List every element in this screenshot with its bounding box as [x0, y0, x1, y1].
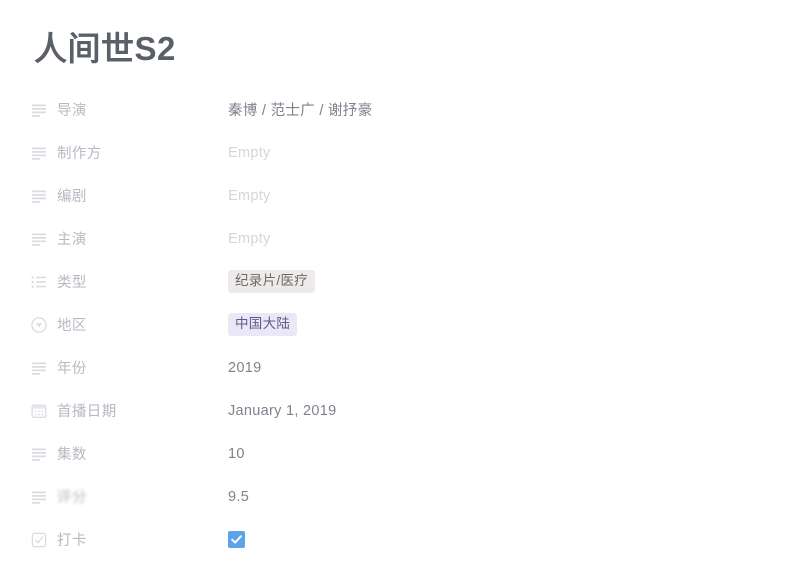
- tag-pill-genre[interactable]: 纪录片/医疗: [228, 270, 316, 293]
- text-lines-icon: [30, 488, 48, 506]
- property-row-episodes: 集数 10: [0, 432, 790, 475]
- property-name: 主演: [57, 232, 87, 248]
- property-value-rating[interactable]: 9.5: [228, 475, 249, 518]
- property-row-checkin: 打卡: [0, 518, 790, 561]
- property-label-genre[interactable]: 类型: [30, 260, 220, 303]
- property-value-year[interactable]: 2019: [228, 346, 261, 389]
- property-label-screenwriter[interactable]: 编剧: [30, 174, 220, 217]
- bulleted-list-icon: [30, 273, 48, 291]
- property-value-checkin[interactable]: [228, 518, 245, 561]
- property-value-starring[interactable]: Empty: [228, 217, 271, 260]
- property-row-rating: 评分 9.5: [0, 475, 790, 518]
- property-value-premiere-date[interactable]: January 1, 2019: [228, 389, 337, 432]
- text-lines-icon: [30, 230, 48, 248]
- property-label-checkin[interactable]: 打卡: [30, 518, 220, 561]
- property-row-premiere-date: 首播日期 January 1, 2019: [0, 389, 790, 432]
- property-label-director[interactable]: 导演: [30, 88, 220, 131]
- property-label-rating[interactable]: 评分: [30, 475, 220, 518]
- tag-pill-region[interactable]: 中国大陆: [228, 313, 298, 336]
- property-label-year[interactable]: 年份: [30, 346, 220, 389]
- text-lines-icon: [30, 144, 48, 162]
- property-row-region: 地区 中国大陆: [0, 303, 790, 346]
- calendar-icon: [30, 402, 48, 420]
- property-row-genre: 类型 纪录片/医疗: [0, 260, 790, 303]
- property-value-producer[interactable]: Empty: [228, 131, 271, 174]
- property-name: 首播日期: [57, 404, 117, 420]
- database-page: 人间世S2 导演 秦博 / 范士广 / 谢抒豪 制作方 Empty 编剧 Emp…: [0, 0, 790, 549]
- checkbox-check-icon: [30, 531, 48, 549]
- text-lines-icon: [30, 445, 48, 463]
- property-name: 年份: [57, 361, 87, 377]
- property-row-director: 导演 秦博 / 范士广 / 谢抒豪: [0, 88, 790, 131]
- property-name: 制作方: [57, 146, 102, 162]
- checkbox-checked[interactable]: [228, 531, 245, 548]
- property-value-genre[interactable]: 纪录片/医疗: [228, 260, 316, 303]
- property-list: 导演 秦博 / 范士广 / 谢抒豪 制作方 Empty 编剧 Empty 主演 …: [0, 88, 790, 561]
- page-title[interactable]: 人间世S2: [34, 22, 176, 70]
- property-label-region[interactable]: 地区: [30, 303, 220, 346]
- property-name: 评分: [57, 490, 87, 506]
- property-name: 类型: [57, 275, 87, 291]
- property-label-starring[interactable]: 主演: [30, 217, 220, 260]
- text-lines-icon: [30, 359, 48, 377]
- text-lines-icon: [30, 187, 48, 205]
- select-circle-chevron-icon: [30, 316, 48, 334]
- property-label-producer[interactable]: 制作方: [30, 131, 220, 174]
- property-name: 地区: [57, 318, 87, 334]
- property-row-starring: 主演 Empty: [0, 217, 790, 260]
- property-value-episodes[interactable]: 10: [228, 432, 245, 475]
- property-value-screenwriter[interactable]: Empty: [228, 174, 271, 217]
- property-label-episodes[interactable]: 集数: [30, 432, 220, 475]
- property-value-region[interactable]: 中国大陆: [228, 303, 298, 346]
- property-name: 导演: [57, 103, 87, 119]
- text-lines-icon: [30, 101, 48, 119]
- property-row-year: 年份 2019: [0, 346, 790, 389]
- property-name: 集数: [57, 447, 87, 463]
- property-label-premiere-date[interactable]: 首播日期: [30, 389, 220, 432]
- property-name: 编剧: [57, 189, 87, 205]
- property-name: 打卡: [57, 533, 87, 549]
- property-value-director[interactable]: 秦博 / 范士广 / 谢抒豪: [228, 88, 372, 131]
- property-row-screenwriter: 编剧 Empty: [0, 174, 790, 217]
- property-row-producer: 制作方 Empty: [0, 131, 790, 174]
